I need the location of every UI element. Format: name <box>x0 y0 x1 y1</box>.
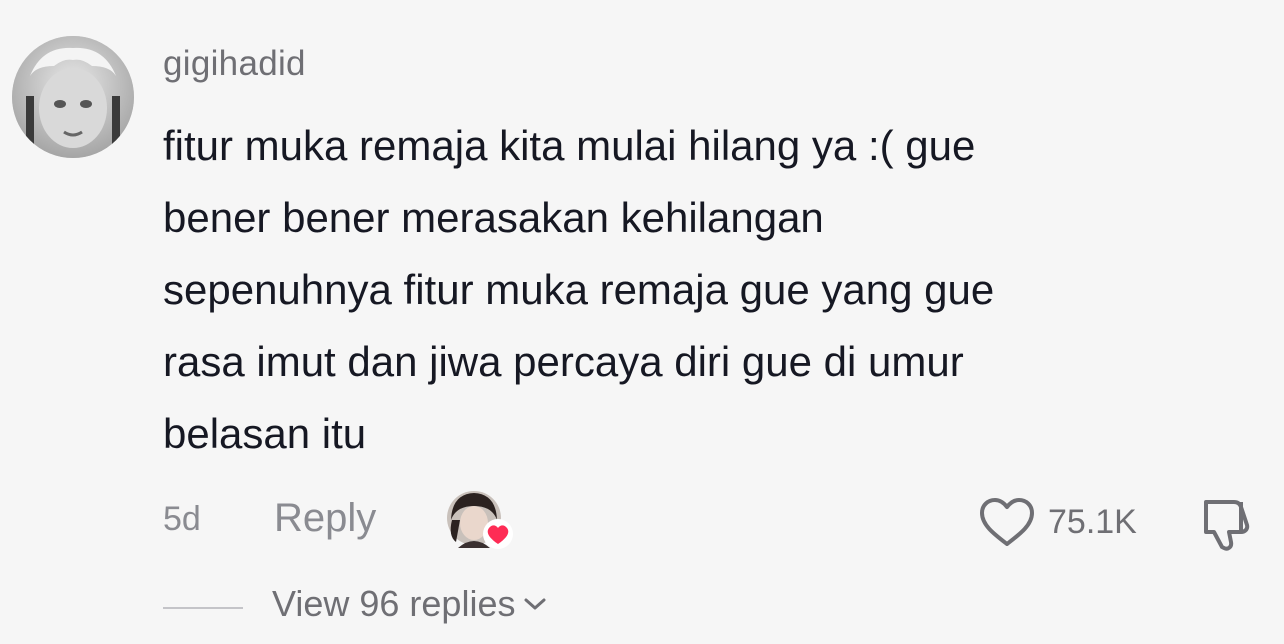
chevron-down-icon <box>524 598 546 610</box>
heart-outline-icon[interactable] <box>976 494 1038 550</box>
avatar-photo <box>12 36 134 158</box>
replies-divider <box>163 607 243 609</box>
heart-badge-icon <box>483 519 513 549</box>
creator-liked-badge <box>446 490 516 550</box>
comment-text-line: rasa imut dan jiwa percaya diri gue di u… <box>163 338 964 385</box>
comment-text-line: bener bener merasakan kehilangan <box>163 194 824 241</box>
comment-timestamp: 5d <box>163 500 201 538</box>
comment-item: gigihadid fitur muka remaja kita mulai h… <box>0 0 1284 644</box>
username[interactable]: gigihadid <box>163 44 306 84</box>
comment-text-line: sepenuhnya fitur muka remaja gue yang gu… <box>163 266 995 313</box>
like-group: 75.1K <box>976 494 1137 550</box>
reply-button[interactable]: Reply <box>274 496 376 541</box>
comment-text-line: fitur muka remaja kita mulai hilang ya :… <box>163 122 976 169</box>
comment-text: fitur muka remaja kita mulai hilang ya :… <box>163 110 1243 470</box>
view-replies-label: View 96 replies <box>272 583 516 624</box>
thumbs-down-icon[interactable] <box>1196 494 1258 554</box>
avatar[interactable] <box>12 36 134 158</box>
like-count: 75.1K <box>1048 502 1137 541</box>
creator-avatar-icon <box>447 491 513 549</box>
comment-text-line: belasan itu <box>163 410 367 457</box>
view-replies-button[interactable]: View 96 replies <box>272 583 547 625</box>
